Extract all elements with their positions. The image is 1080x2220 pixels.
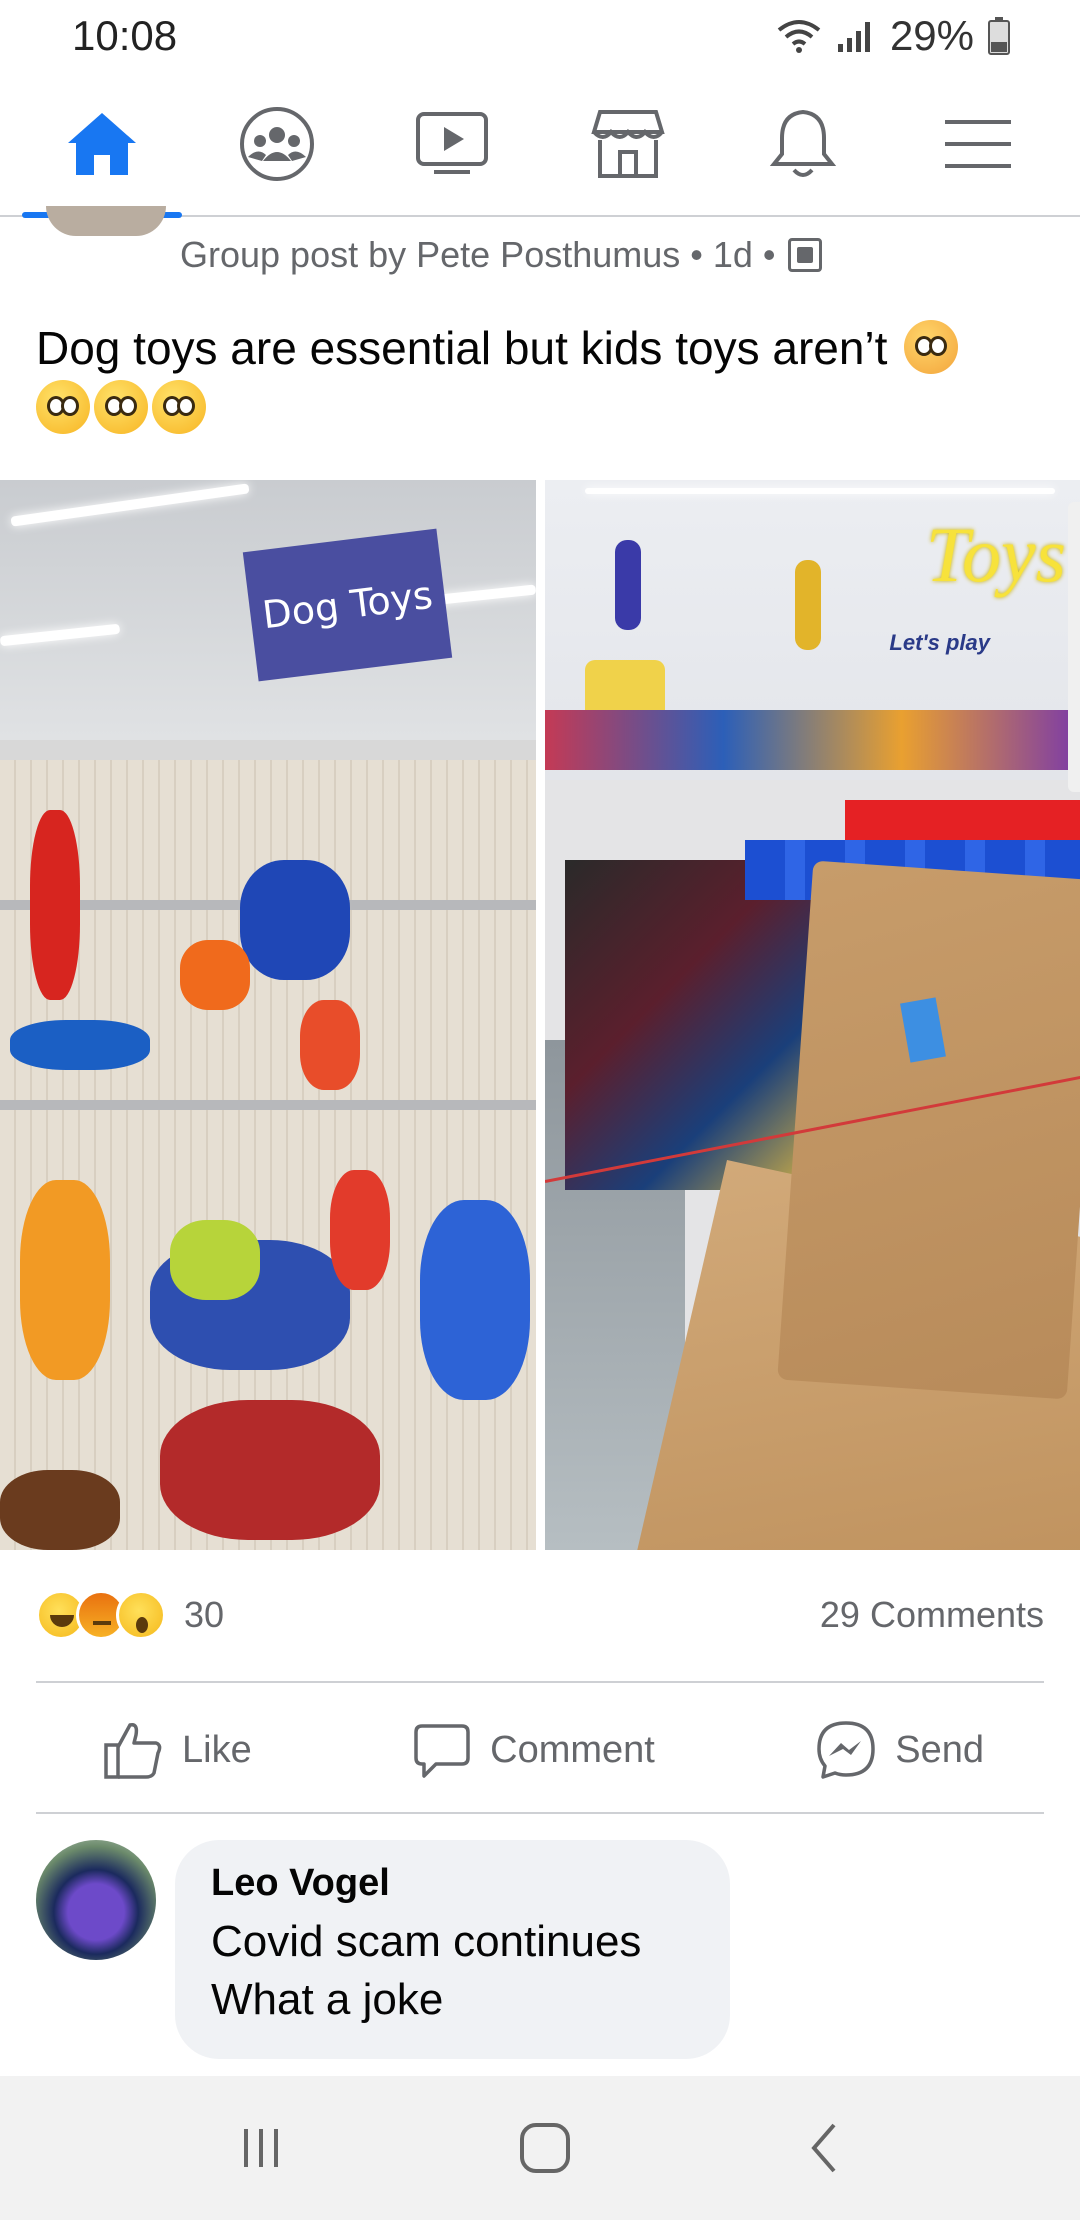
comment-text: Covid scam continues What a joke [211,1917,642,2024]
wow-reaction-icon [116,1590,166,1640]
like-button[interactable]: Like [102,1719,252,1781]
comment-button[interactable]: Comment [412,1720,655,1780]
recent-apps-icon[interactable] [236,2123,286,2173]
home-button-icon[interactable] [518,2121,572,2175]
notifications-icon [769,109,837,177]
wifi-icon [777,20,821,53]
poster-avatar[interactable] [46,206,166,236]
top-tab-bar [0,71,1080,218]
send-button[interactable]: Send [815,1719,984,1781]
home-icon [67,112,136,175]
tab-notifications[interactable] [723,71,883,216]
zany-face-emoji-icon [94,380,148,434]
back-icon[interactable] [804,2121,844,2175]
status-icons: 29% [776,12,1010,60]
toys-sign: Toys [925,511,1066,598]
tab-marketplace[interactable] [548,71,708,216]
group-privacy-icon [787,238,822,272]
tab-home[interactable] [21,71,182,218]
messenger-icon [817,1721,875,1779]
post-meta: Group post by Pete Posthumus • 1d • [180,234,822,276]
dog-toys-sign: Dog Toys [242,528,453,682]
photo-dog-toys[interactable]: Dog Toys [0,480,536,1550]
tab-watch[interactable] [372,71,532,216]
menu-icon [945,119,1012,168]
groups-icon [239,106,314,181]
signal-icon [837,22,870,52]
comment-icon [414,1724,470,1778]
comment-bubble[interactable]: Leo Vogel Covid scam continues What a jo… [175,1840,730,2059]
post-text: Dog toys are essential but kids toys are… [36,318,1046,438]
send-label: Send [895,1728,984,1771]
tab-groups[interactable] [197,71,357,216]
comment-author[interactable]: Leo Vogel [211,1862,694,1905]
comments-count[interactable]: 29 Comments [820,1594,1044,1636]
watch-icon [416,111,489,174]
status-bar: 10:08 29% [0,0,1080,72]
like-label: Like [182,1728,252,1771]
post-text-body: Dog toys are essential but kids toys are… [36,322,888,374]
commenter-avatar[interactable] [36,1840,156,1960]
tab-menu[interactable] [898,71,1058,216]
battery-icon [988,17,1010,55]
reactions-row: 30 29 Comments [36,1590,1044,1640]
reaction-summary[interactable]: 30 [36,1590,224,1640]
divider [36,1812,1044,1814]
comment-label: Comment [490,1728,655,1771]
photo-kids-toys[interactable]: Toys Let's play [545,480,1080,1550]
like-icon [104,1722,162,1779]
thinking-face-emoji-icon [152,380,206,434]
status-time: 10:08 [72,12,178,59]
toy-boxes [565,860,815,1190]
battery-percent: 29% [889,12,974,59]
divider [36,1681,1044,1683]
system-nav-bar [0,2076,1080,2220]
flushed-face-emoji-icon [904,320,959,374]
reaction-count: 30 [184,1594,225,1635]
lets-play-text: Let's play [889,630,990,655]
post-meta-text: Group post by Pete Posthumus • 1d • [180,234,776,275]
post-action-bar: Like Comment Send [36,1690,1044,1810]
eye-roll-emoji-icon [36,380,90,434]
marketplace-icon [590,109,665,178]
